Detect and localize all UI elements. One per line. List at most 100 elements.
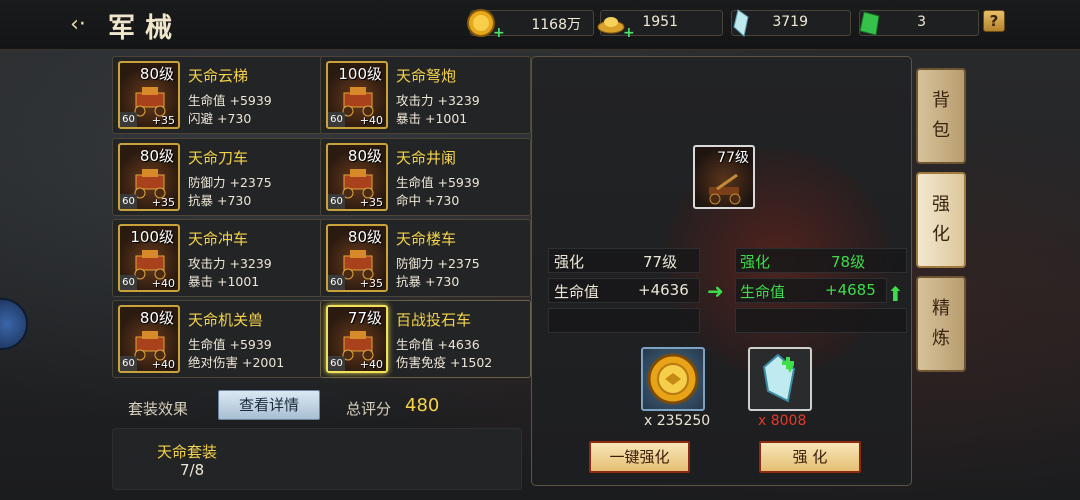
equipment-card[interactable]: 80级 60 +40 天命机关兽 生命值 +5939 绝对伤害 +2001 (112, 300, 323, 378)
top-bar: ‹· 军械 + 1168万 + 1951 3719 3 ? (0, 0, 1080, 50)
next-hp-row: 生命值 +4685 (735, 278, 887, 303)
star-level-badge: 60 (328, 356, 345, 371)
gold-cost-qty: x 235250 (644, 413, 711, 429)
equipment-thumb: 80级 60 +35 (326, 224, 388, 292)
jade-resource: 3 (859, 10, 979, 36)
crystal-icon (733, 9, 749, 37)
equipment-stat-2: 暴击 +1001 (188, 274, 260, 289)
tab-bag-char1: 背 (932, 90, 950, 111)
selected-item-level: 77级 (717, 150, 749, 166)
set-effect-label: 套装效果 (128, 400, 189, 418)
upgrade-arrow-icon: ➜ (707, 279, 724, 303)
selected-item-thumb[interactable]: 77级 (693, 145, 755, 209)
refine-plus: +35 (151, 114, 175, 127)
current-hp-value: +4636 (638, 281, 689, 299)
equipment-level: 77级 (347, 309, 382, 327)
tab-bag[interactable]: 背 包 (916, 68, 966, 164)
equipment-level: 80级 (347, 228, 382, 246)
set-name: 天命套装 (157, 443, 218, 461)
equipment-level: 80级 (139, 65, 174, 83)
refine-plus: +40 (151, 277, 175, 290)
star-level-badge: 60 (120, 356, 137, 371)
gold-value: 1168万 (531, 17, 581, 33)
gold-cost-item[interactable] (641, 347, 705, 411)
equipment-stat-1: 生命值 +5939 (396, 175, 480, 190)
crystal-cost-item[interactable] (748, 347, 812, 411)
tab-bag-char2: 包 (932, 120, 950, 141)
equipment-stat-1: 攻击力 +3239 (188, 256, 272, 271)
equipment-stat-2: 抗暴 +730 (188, 193, 252, 208)
equipment-level: 80级 (139, 309, 174, 327)
equipment-card[interactable]: 80级 60 +35 天命刀车防御力 +2375 抗暴 +730 (112, 138, 323, 216)
equipment-stat-2: 绝对伤害 +2001 (188, 355, 285, 370)
star-level-badge: 60 (120, 275, 137, 290)
add-gold-icon[interactable]: + (493, 25, 505, 41)
enhance-button[interactable]: 强 化 (759, 441, 861, 473)
ingot-value: 1951 (642, 14, 678, 30)
equipment-stat-1: 防御力 +2375 (188, 175, 272, 190)
equipment-name: 天命弩炮 (396, 67, 457, 85)
next-enhance-label: 强化 (740, 253, 771, 271)
refine-plus: +35 (151, 196, 175, 209)
total-score-label: 总评分 (346, 400, 392, 418)
star-level-badge: 60 (328, 112, 345, 127)
view-details-button[interactable]: 查看详情 (218, 390, 320, 420)
current-hp-row: 生命值 +4636 (548, 278, 700, 303)
enhance-panel: 77级 强化 77级 生命值 +4636 ➜ 强化 78级 生命值 +4685 … (531, 56, 912, 486)
one-click-enhance-button[interactable]: 一键强化 (589, 441, 690, 473)
back-arrow-icon[interactable]: ‹· (66, 12, 90, 38)
tab-enhance[interactable]: 强 化 (916, 172, 966, 268)
equipment-card[interactable]: 77级 60 +40 百战投石车 生命值 +4636 伤害免疫 +1502 (320, 300, 531, 378)
equipment-stat-2: 抗暴 +730 (396, 274, 460, 289)
ingot-resource: + 1951 (597, 10, 723, 41)
current-enhance-value: 77级 (643, 253, 678, 271)
tab-refine-char2: 炼 (932, 328, 950, 349)
next-hp-value: +4685 (825, 281, 876, 299)
star-level-badge: 60 (120, 112, 137, 127)
equipment-name: 天命机关兽 (188, 311, 264, 329)
equipment-card[interactable]: 100级 60 +40 天命弩炮 攻击力 +3239 暴击 +1001 (320, 56, 531, 134)
help-button[interactable]: ? (983, 10, 1005, 32)
equipment-name: 天命楼车 (396, 230, 457, 248)
equipment-level: 100级 (130, 228, 174, 246)
equipment-thumb: 100级 60 +40 (118, 224, 180, 292)
equipment-level: 100级 (338, 65, 382, 83)
equipment-stat-2: 闪避 +730 (188, 111, 252, 126)
next-level-row: 强化 78级 (735, 248, 907, 273)
equipment-card[interactable]: 80级 60 +35 天命云梯 生命值 +5939 闪避 +730 (112, 56, 323, 134)
tab-enhance-char1: 强 (932, 194, 950, 215)
crystal-cost-qty: x 8008 (758, 413, 807, 429)
page-title: 军械 (108, 13, 182, 44)
gold-coin-icon (647, 353, 699, 405)
equipment-stat-1: 生命值 +5939 (188, 337, 272, 352)
set-panel: 天命套装 7/8 (112, 428, 522, 490)
jade-value: 3 (917, 14, 926, 30)
equipment-thumb: 100级 60 +40 (326, 61, 388, 129)
tab-refine-char1: 精 (932, 298, 950, 319)
equipment-stat-1: 攻击力 +3239 (396, 93, 480, 108)
tab-enhance-char2: 化 (932, 224, 950, 245)
crystal-icon (762, 353, 796, 403)
refine-plus: +40 (359, 358, 383, 371)
equipment-card[interactable]: 100级 60 +40 天命冲车攻击力 +3239 暴击 +1001 (112, 219, 323, 297)
equipment-thumb: 77级 60 +40 (326, 305, 388, 373)
next-enhance-value: 78级 (831, 253, 866, 271)
equipment-card[interactable]: 80级 60 +35 天命井阑生命值 +5939 命中 +730 (320, 138, 531, 216)
current-empty-row (548, 308, 700, 333)
next-hp-label: 生命值 (740, 283, 786, 301)
tab-refine[interactable]: 精 炼 (916, 276, 966, 372)
refine-plus: +35 (359, 277, 383, 290)
add-ingot-icon[interactable]: + (623, 25, 635, 41)
equipment-name: 天命井阑 (396, 149, 457, 167)
equipment-stat-1: 防御力 +2375 (396, 256, 480, 271)
equipment-card[interactable]: 80级 60 +35 天命楼车防御力 +2375 抗暴 +730 (320, 219, 531, 297)
equipment-thumb: 80级 60 +35 (118, 143, 180, 211)
equipment-name: 天命冲车 (188, 230, 249, 248)
equipment-thumb: 80级 60 +35 (326, 143, 388, 211)
star-level-badge: 60 (328, 194, 345, 209)
current-level-row: 强化 77级 (548, 248, 700, 273)
current-hp-label: 生命值 (554, 283, 600, 301)
refine-plus: +40 (359, 114, 383, 127)
equipment-name: 天命刀车 (188, 149, 249, 167)
equipment-stat-2: 命中 +730 (396, 193, 460, 208)
